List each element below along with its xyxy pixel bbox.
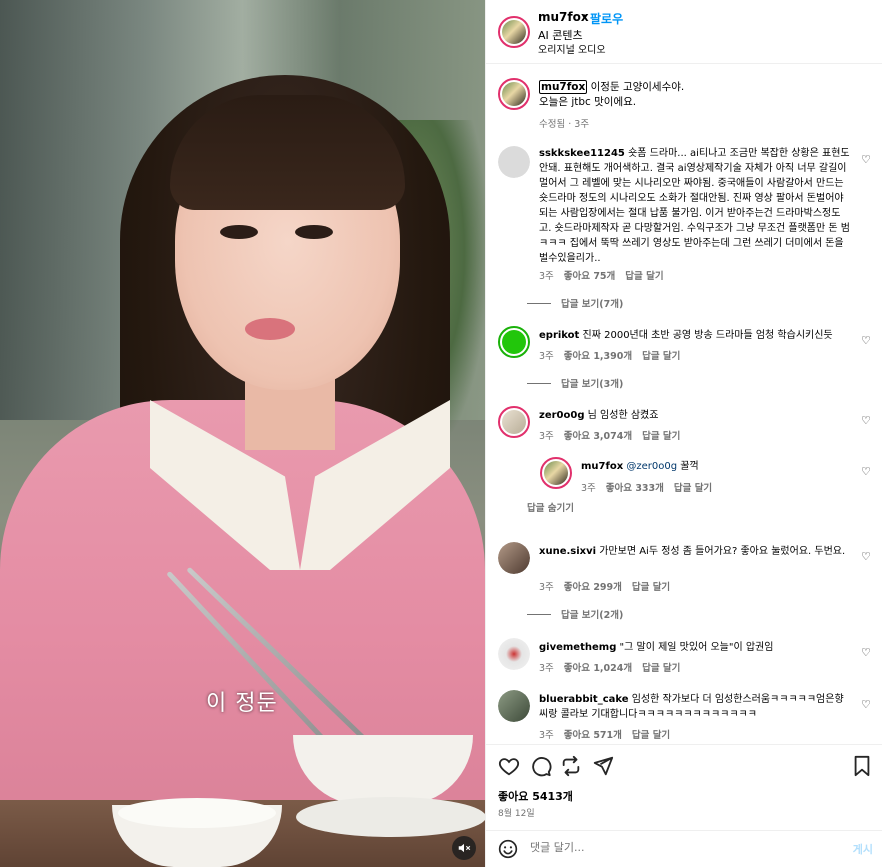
reply-time: 3주 (581, 483, 596, 494)
heart-icon[interactable]: ♡ (861, 646, 873, 659)
reply-button[interactable]: 답글 달기 (642, 663, 680, 674)
comment-likes[interactable]: 좋아요 571개 (564, 730, 622, 741)
comment-time: 3주 (539, 431, 554, 442)
avatar[interactable] (498, 326, 530, 358)
heart-icon[interactable]: ♡ (861, 550, 873, 563)
action-bar: 좋아요 5413개 8월 12일 (486, 744, 882, 830)
avatar[interactable] (498, 16, 530, 48)
comment-time: 3주 (539, 351, 554, 362)
comment-meta: 3주 좋아요 1,390개 답글 달기 (539, 348, 690, 362)
comment-username[interactable]: givemethemg (539, 642, 616, 653)
comment-likes[interactable]: 좋아요 299개 (564, 582, 622, 593)
heart-icon[interactable]: ♡ (861, 334, 873, 347)
reply-button[interactable]: 답글 달기 (674, 483, 712, 494)
heart-icon[interactable]: ♡ (861, 414, 873, 427)
comment-meta: 3주 좋아요 571개 답글 달기 (539, 727, 680, 741)
post-date: 8월 12일 (498, 809, 535, 819)
comment-icon[interactable] (530, 755, 552, 777)
avatar[interactable] (498, 146, 530, 178)
comment-input[interactable] (530, 841, 830, 854)
comment-username[interactable]: bluerabbit_cake (539, 694, 629, 705)
reply-button[interactable]: 답글 달기 (632, 582, 670, 593)
heart-icon[interactable]: ♡ (861, 465, 873, 478)
post-header: mu7fox • 팔로우 AI 콘텐츠 오리지널 오디오 (486, 0, 882, 64)
caption-text-line1: 이정둔 고양이세수야. (590, 81, 685, 93)
caption-meta: 수정됨 · 3주 (539, 119, 590, 130)
comment-time: 3주 (539, 730, 554, 741)
reply-text: 꿀꺽 (680, 461, 699, 472)
comment-meta: 3주 좋아요 1,024개 답글 달기 (539, 660, 690, 674)
side-dish-plate (296, 797, 485, 837)
avatar[interactable] (498, 78, 530, 110)
reply-button[interactable]: 답글 달기 (625, 271, 663, 282)
comment-time: 3주 (539, 271, 554, 282)
comments-list[interactable]: mu7fox 이정둔 고양이세수야. 오늘은 jtbc 맛이에요. 수정됨 · … (486, 64, 882, 744)
character-eye-right (295, 225, 333, 239)
comment-meta: 3주 좋아요 75개 답글 달기 (539, 268, 674, 282)
character-eye-left (220, 225, 258, 239)
video-subtitle: 이 정둔 (206, 691, 278, 716)
comment-time: 3주 (539, 582, 554, 593)
reply-button[interactable]: 답글 달기 (632, 730, 670, 741)
separator-dot: • (581, 10, 589, 24)
comment-likes[interactable]: 좋아요 1,390개 (564, 351, 632, 362)
heart-icon[interactable] (498, 755, 520, 777)
avatar[interactable] (498, 638, 530, 670)
comment-composer: 게시 (486, 830, 882, 867)
reply-meta: 3주 좋아요 333개 답글 달기 (581, 480, 722, 494)
comment-text: 님 임성한 삼켰죠 (587, 410, 659, 421)
comment-text: 숏폼 드라마... ai티나고 조금만 복잡한 상황은 표현도 안돼. 표현해도… (539, 148, 850, 264)
view-replies-button[interactable]: 답글 보기(7개) (527, 296, 623, 310)
hide-replies-button[interactable]: 답글 숨기기 (527, 500, 574, 514)
share-icon[interactable] (592, 755, 614, 777)
follow-button[interactable]: 팔로우 (590, 10, 623, 27)
comment-meta: 3주 좋아요 3,074개 답글 달기 (539, 428, 690, 442)
comment-text: "그 말이 제일 맛있어 오늘"이 압권임 (619, 642, 774, 653)
original-audio-link[interactable]: 오리지널 오디오 (538, 41, 606, 56)
post-button[interactable]: 게시 (853, 841, 873, 857)
comment-text: 가만보면 Ai두 정성 좀 들어가요? 좋아요 눌렀어요. 두번요. (599, 546, 846, 557)
heart-icon[interactable]: ♡ (861, 153, 873, 166)
comment-likes[interactable]: 좋아요 3,074개 (564, 431, 632, 442)
comment-username[interactable]: eprikot (539, 330, 579, 341)
emoji-icon[interactable] (498, 839, 518, 864)
reply-button[interactable]: 답글 달기 (642, 351, 680, 362)
avatar[interactable] (498, 690, 530, 722)
reply-mention[interactable]: @zer0o0g (626, 461, 677, 472)
bookmark-icon[interactable] (851, 755, 873, 777)
caption-text-line2: 오늘은 jtbc 맛이에요. (539, 96, 637, 108)
rice (118, 798, 276, 828)
comment-meta: 3주 좋아요 299개 답글 달기 (539, 579, 680, 593)
view-replies-button[interactable]: 답글 보기(3개) (527, 376, 623, 390)
avatar[interactable] (540, 457, 572, 489)
view-replies-button[interactable]: 답글 보기(2개) (527, 607, 623, 621)
likes-count[interactable]: 좋아요 5413개 (498, 788, 573, 804)
reply-likes[interactable]: 좋아요 333개 (606, 483, 664, 494)
comment-likes[interactable]: 좋아요 1,024개 (564, 663, 632, 674)
comment-text: 진짜 2000년대 초반 공영 방송 드라마들 엄청 학습시키신듯 (582, 330, 833, 341)
character-mouth (245, 318, 295, 340)
mute-icon[interactable] (452, 836, 476, 860)
avatar[interactable] (498, 542, 530, 574)
reply-username[interactable]: mu7fox (581, 461, 623, 472)
video-player[interactable]: 이 정둔 (0, 0, 485, 867)
heart-icon[interactable]: ♡ (861, 698, 873, 711)
comment-likes[interactable]: 좋아요 75개 (564, 271, 616, 282)
comment-username[interactable]: zer0o0g (539, 410, 584, 421)
caption-username[interactable]: mu7fox (539, 80, 588, 94)
repost-icon[interactable] (560, 755, 582, 777)
avatar[interactable] (498, 406, 530, 438)
comment-username[interactable]: xune.sixvi (539, 546, 596, 557)
reply-button[interactable]: 답글 달기 (642, 431, 680, 442)
comment-username[interactable]: sskkskee11245 (539, 148, 625, 159)
comment-time: 3주 (539, 663, 554, 674)
post-panel: mu7fox • 팔로우 AI 콘텐츠 오리지널 오디오 mu7fox 이정둔 … (485, 0, 882, 867)
